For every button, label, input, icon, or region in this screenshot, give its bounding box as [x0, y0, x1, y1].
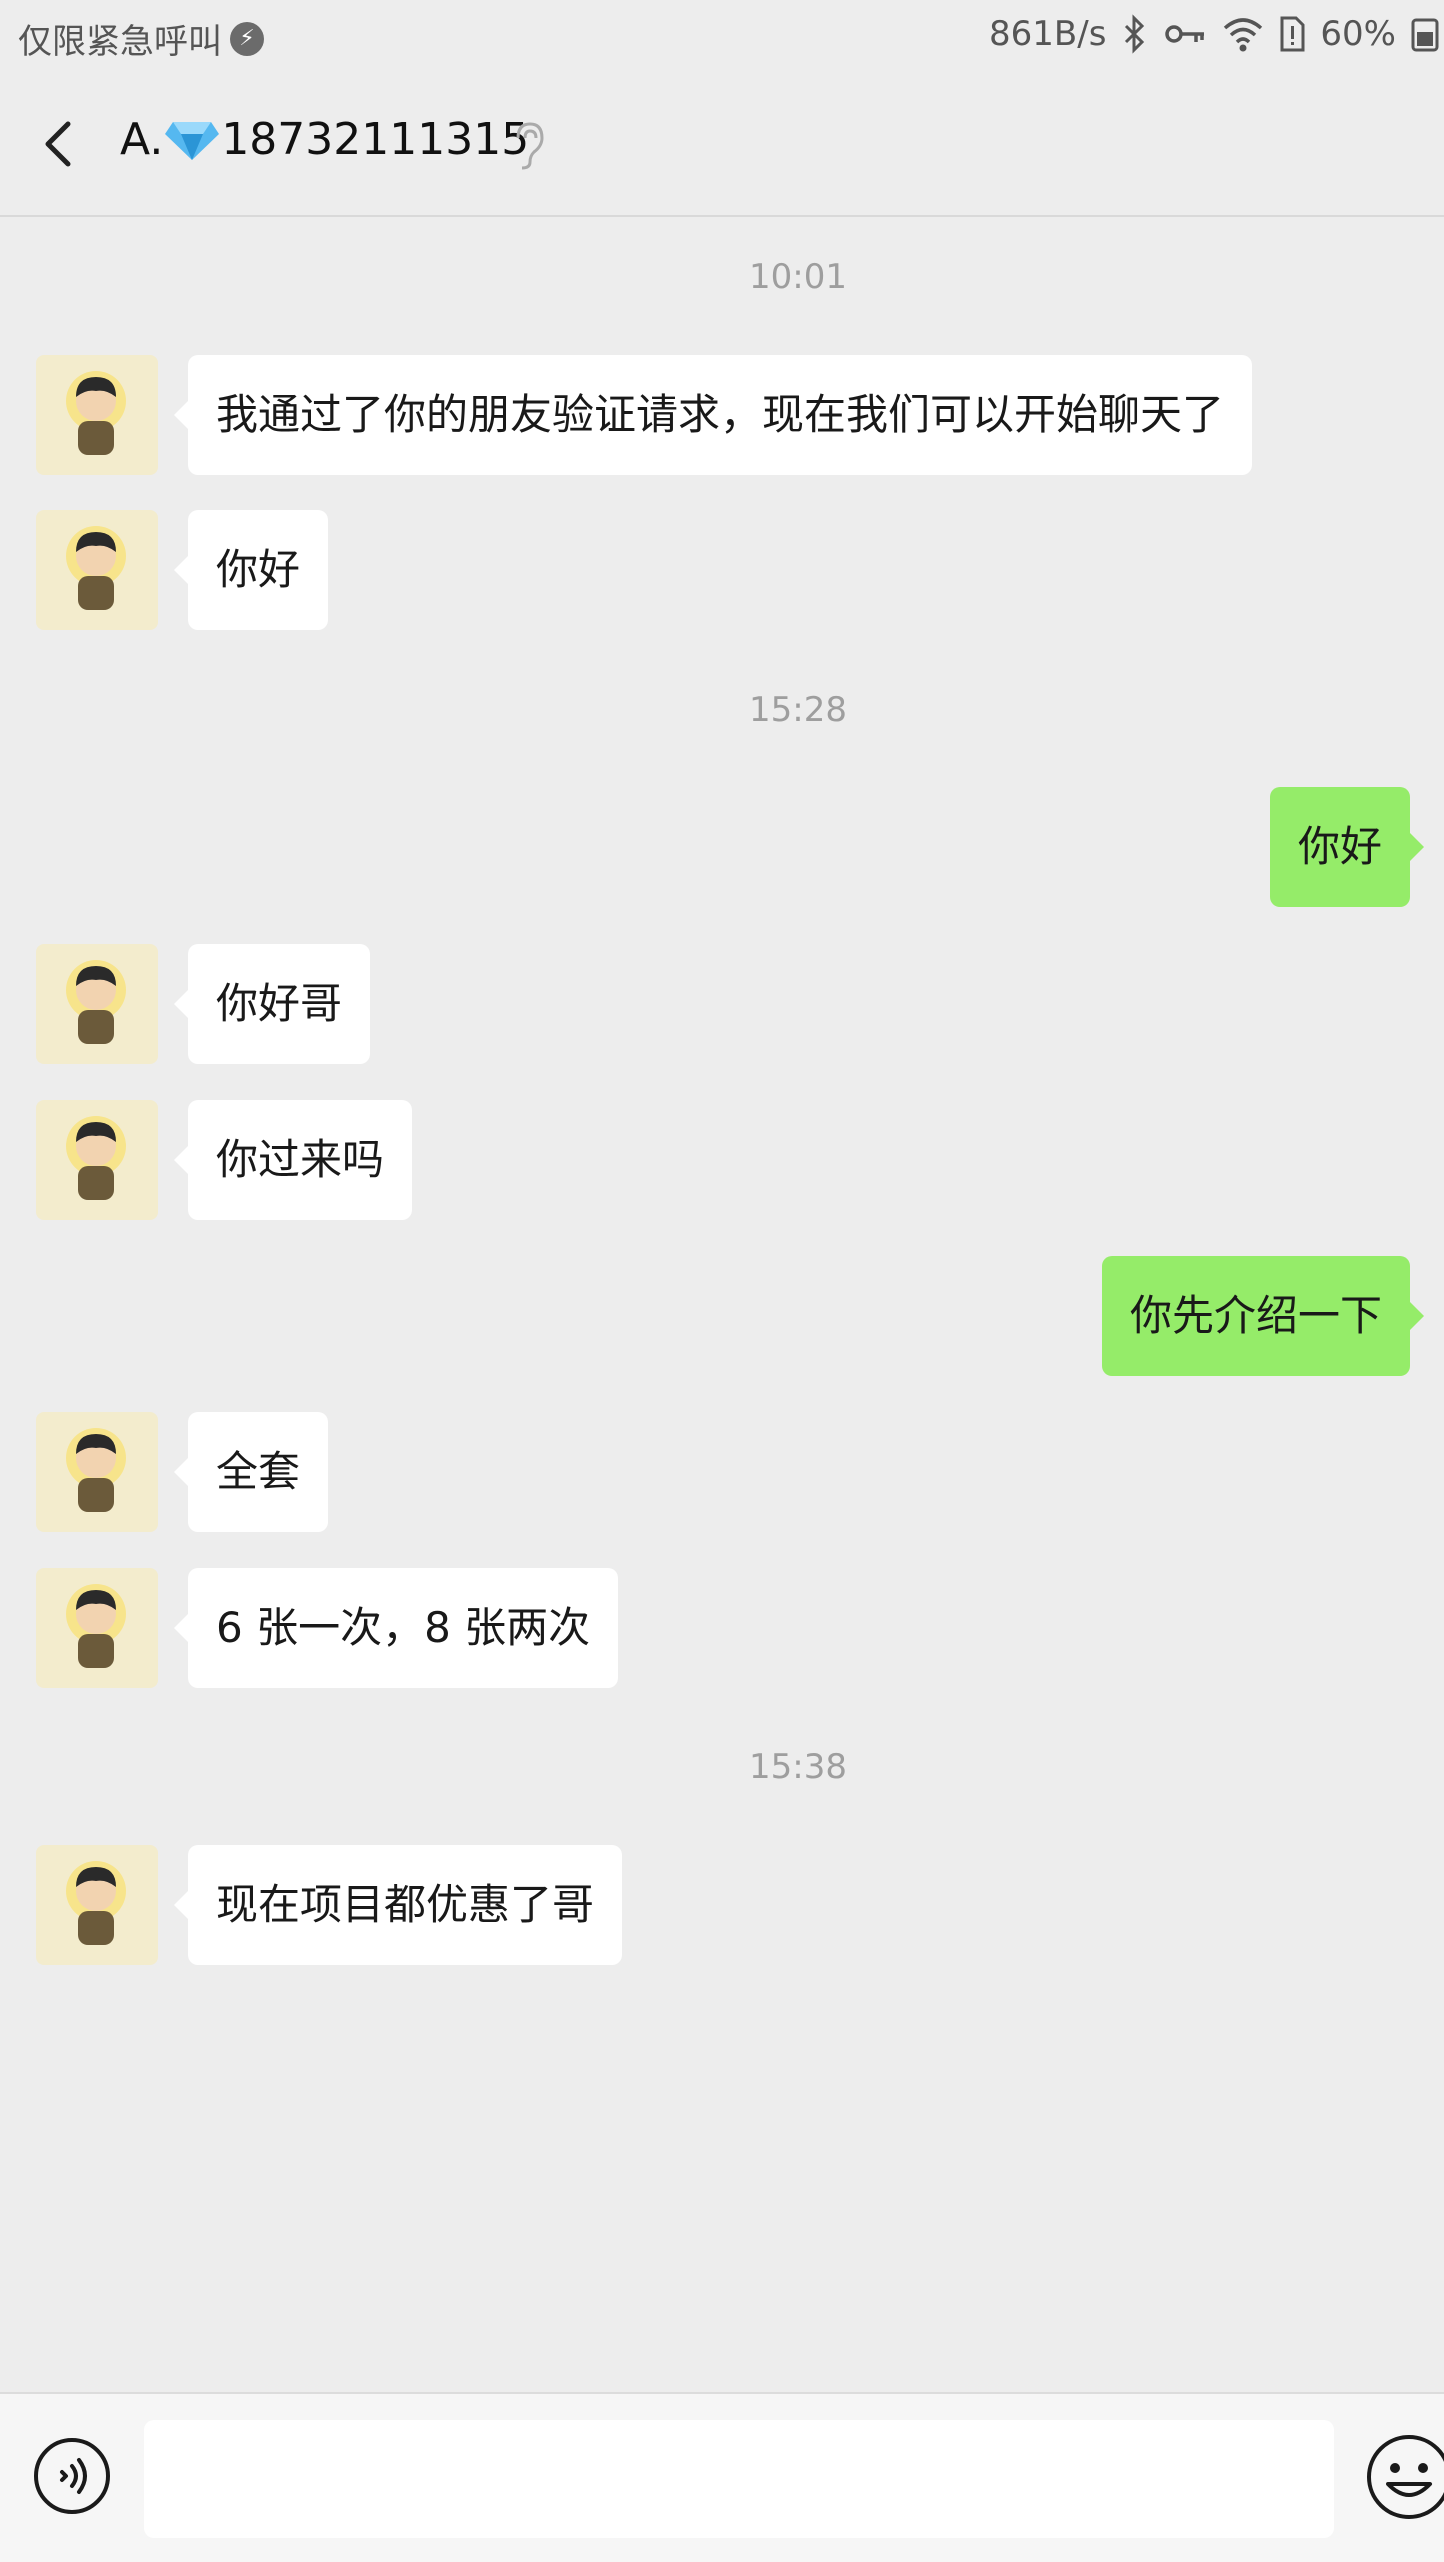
emoji-icon[interactable] [1364, 2432, 1444, 2522]
avatar[interactable] [36, 1412, 158, 1532]
timestamp: 15:28 [749, 690, 847, 730]
sim-alert-icon [1280, 16, 1305, 52]
key-icon [1165, 25, 1205, 43]
voice-icon[interactable] [32, 2436, 112, 2516]
message-bubble-outgoing[interactable]: 你先介绍一下 [1101, 1256, 1425, 1376]
chat-title[interactable]: A. 18732111315 [120, 114, 529, 165]
message-row: 现在项目都优惠了哥 [0, 1845, 1444, 1965]
message-row: 我通过了你的朋友验证请求，现在我们可以开始聊天了 [0, 355, 1444, 475]
back-icon[interactable] [32, 112, 92, 176]
chat-title-number: 18732111315 [221, 114, 530, 165]
avatar[interactable] [36, 1100, 158, 1220]
avatar-figure-icon [66, 960, 126, 1044]
message-input[interactable] [144, 2420, 1334, 2538]
wifi-icon [1224, 18, 1263, 52]
avatar[interactable] [36, 1845, 158, 1965]
message-bubble-incoming[interactable]: 你好 [173, 510, 329, 630]
message-row: 全套 [0, 1412, 1444, 1532]
input-bar [0, 2392, 1444, 2562]
avatar-figure-icon [66, 371, 126, 455]
network-speed: 861B/s [989, 14, 1107, 54]
timestamp: 15:38 [749, 1747, 847, 1787]
message-bubble-incoming[interactable]: 你过来吗 [173, 1100, 413, 1220]
chat-area[interactable]: 10:01 我通过了你的朋友验证请求，现在我们可以开始聊天了 你好 15:28 … [0, 217, 1444, 2392]
avatar-figure-icon [66, 1584, 126, 1668]
avatar[interactable] [36, 1568, 158, 1688]
message-bubble-incoming[interactable]: 现在项目都优惠了哥 [173, 1845, 623, 1965]
avatar-figure-icon [66, 1428, 126, 1512]
diamond-icon [165, 121, 220, 160]
battery-icon [1411, 18, 1439, 52]
bolt-icon: ⚡ [230, 21, 264, 56]
chat-title-prefix: A. [120, 114, 164, 165]
message-row: 你好哥 [0, 944, 1444, 1064]
message-row: 你好 [0, 510, 1444, 630]
ear-icon [516, 122, 544, 170]
message-bubble-incoming[interactable]: 6 张一次，8 张两次 [173, 1568, 619, 1688]
status-bar: 仅限紧急呼叫 ⚡ 861B/s 60% [0, 0, 1444, 72]
avatar[interactable] [36, 944, 158, 1064]
message-row: 你先介绍一下 [0, 1256, 1444, 1376]
status-left: 仅限紧急呼叫 ⚡ [18, 14, 264, 63]
message-bubble-incoming[interactable]: 全套 [173, 1412, 329, 1532]
message-bubble-incoming[interactable]: 我通过了你的朋友验证请求，现在我们可以开始聊天了 [173, 355, 1253, 475]
avatar-figure-icon [66, 1116, 126, 1200]
avatar[interactable] [36, 355, 158, 475]
message-row: 你过来吗 [0, 1100, 1444, 1220]
timestamp: 10:01 [749, 257, 847, 297]
avatar[interactable] [36, 510, 158, 630]
status-right: 861B/s 60% [989, 14, 1440, 54]
bluetooth-icon [1125, 14, 1145, 54]
message-row: 你好 [0, 787, 1444, 907]
message-row: 6 张一次，8 张两次 [0, 1568, 1444, 1688]
avatar-figure-icon [66, 1861, 126, 1945]
message-bubble-incoming[interactable]: 你好哥 [173, 944, 371, 1064]
battery-percent: 60% [1320, 14, 1396, 54]
message-bubble-outgoing[interactable]: 你好 [1269, 787, 1425, 907]
title-bar: A. 18732111315 [0, 72, 1444, 217]
carrier-text: 仅限紧急呼叫 [18, 22, 222, 62]
avatar-figure-icon [66, 526, 126, 610]
